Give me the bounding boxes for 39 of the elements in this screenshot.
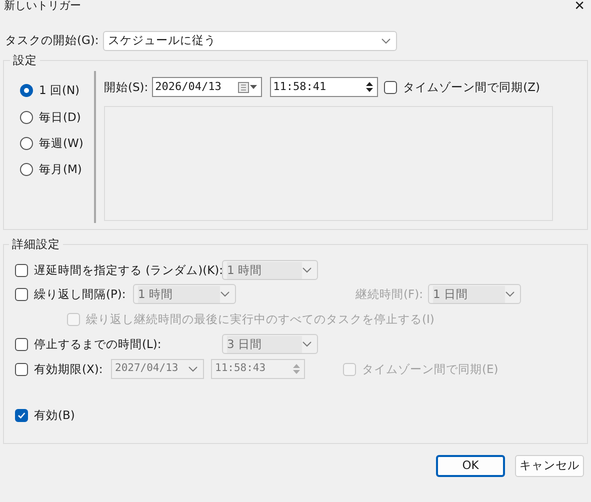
window-title: 新しいトリガー <box>4 0 81 12</box>
checkbox-label: 繰り返し継続時間の最後に実行中のすべてのタスクを停止する(I) <box>86 310 434 328</box>
radio-label: 毎週(W) <box>39 134 84 152</box>
caret-icon <box>302 267 312 274</box>
checkbox-label: 繰り返し間隔(P): <box>34 286 126 303</box>
caret-icon <box>302 341 312 348</box>
group-title: 設定 <box>12 52 38 69</box>
checkbox-label: 有効(B) <box>34 406 75 424</box>
radio-button[interactable] <box>20 163 33 176</box>
checkbox-label: タイムゾーン間で同期(Z) <box>403 78 540 96</box>
caret-icon <box>220 291 230 298</box>
caret-icon <box>505 291 515 298</box>
checkbox-label: 有効期限(X): <box>34 360 103 378</box>
field-label: 継続時間(F): <box>356 286 423 303</box>
group-title: 詳細設定 <box>11 236 61 253</box>
caret-icon <box>380 38 391 44</box>
caret-icon <box>188 366 198 372</box>
date-field[interactable]: 2026/04/13 <box>152 77 262 98</box>
checkbox-label: 停止するまでの時間(L): <box>34 336 162 353</box>
radio-button[interactable] <box>20 110 33 124</box>
dialog-button[interactable]: キャンセル <box>515 455 584 477</box>
time-field[interactable]: 11:58:41 <box>270 77 378 98</box>
checkbox-label: タイムゾーン間で同期(E) <box>362 360 498 378</box>
radio-label: 毎月(M) <box>39 161 82 178</box>
checkbox[interactable] <box>384 80 398 94</box>
task-start-dropdown[interactable]: スケジュールに従う <box>102 31 397 51</box>
radio-button[interactable] <box>20 136 33 150</box>
checkbox-label: 遅延時間を指定する (ランダム)(K): <box>34 262 224 279</box>
dialog-button[interactable]: OK <box>436 455 505 477</box>
field-label: 開始(S): <box>104 78 148 96</box>
check-icon <box>17 410 26 420</box>
close-button[interactable]: ✕ <box>574 0 585 14</box>
spin-icon[interactable] <box>365 80 374 94</box>
checkbox[interactable] <box>15 408 28 422</box>
radio-label: 毎日(D) <box>39 108 81 126</box>
radio-button[interactable] <box>20 84 33 98</box>
field-label: タスクの開始(G): <box>5 32 99 50</box>
calendar-icon[interactable] <box>238 82 258 93</box>
radio-label: 1 回(N) <box>39 82 80 100</box>
